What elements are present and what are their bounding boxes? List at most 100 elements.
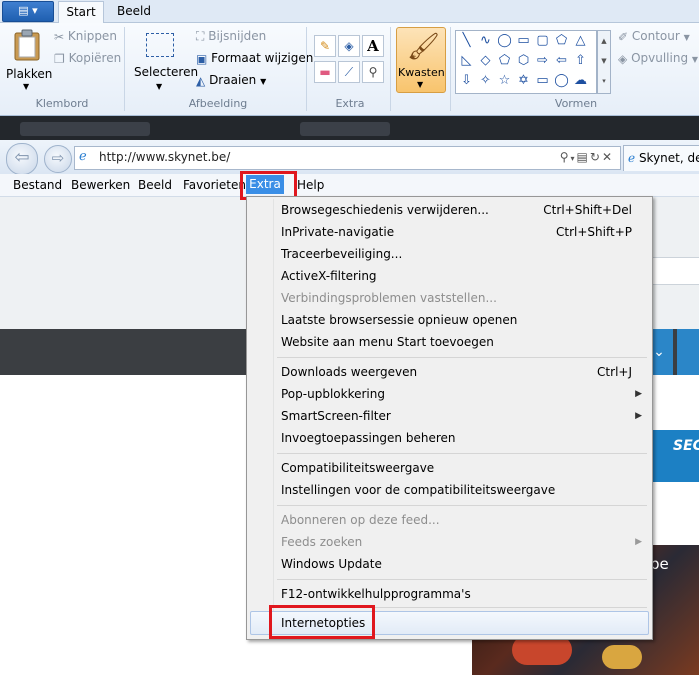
menu-item-compat-settings[interactable]: Instellingen voor de compatibiliteitswee… xyxy=(281,479,555,501)
polygon-shape-icon[interactable]: ⬠ xyxy=(553,32,570,49)
left-arrow-shape-icon[interactable]: ⇦ xyxy=(553,52,570,69)
compat-view-icon[interactable]: ▤ xyxy=(577,150,590,164)
chevron-down-icon: ⌄ xyxy=(653,344,665,360)
star5-shape-icon[interactable]: ☆ xyxy=(496,72,513,89)
menu-item-downloads[interactable]: Downloads weergeven xyxy=(281,361,417,383)
menu-separator xyxy=(277,453,647,454)
copy-icon: ❐ xyxy=(54,51,65,66)
up-arrow-shape-icon[interactable]: ⇧ xyxy=(572,52,589,69)
fill-icon: ◈ xyxy=(618,51,628,66)
shapes-scroll[interactable]: ▲ ▼ ▾ xyxy=(597,30,611,94)
menu-item-feed-discovery: Feeds zoeken xyxy=(281,535,363,549)
menu-item-smartscreen[interactable]: SmartScreen-filter xyxy=(281,405,391,427)
shapes-gallery[interactable]: ╲ ∿ ◯ ▭ ▢ ⬠ △ ◺ ◇ ⬠ ⬡ ⇨ ⇦ ⇧ ⇩ ✧ ☆ ✡ ▭ ◯ … xyxy=(455,30,597,94)
close-icon[interactable]: ✕ xyxy=(602,150,614,164)
ie-menu-bar: Bestand Bewerken Beeld Favorieten Extra … xyxy=(0,174,699,197)
copy-button[interactable]: ❐ Kopiëren xyxy=(54,51,121,66)
menu-help[interactable]: Help xyxy=(297,178,324,192)
brushes-label: Kwasten xyxy=(398,66,445,79)
menu-item-compat-view[interactable]: Compatibiliteitsweergave xyxy=(281,457,434,479)
extra-dropdown-menu: Browsegeschiedenis verwijderen... Ctrl+S… xyxy=(246,196,653,640)
cut-button[interactable]: ✂ Knippen xyxy=(54,29,117,44)
chevron-down-icon: ▼ xyxy=(156,82,163,91)
shortcut-delete-history: Ctrl+Shift+Del xyxy=(543,203,632,217)
menu-favorieten[interactable]: Favorieten xyxy=(183,178,246,192)
web-page-search-box[interactable] xyxy=(651,257,699,285)
refresh-icon[interactable]: ↻ xyxy=(590,150,602,164)
star4-shape-icon[interactable]: ✧ xyxy=(477,72,494,89)
menu-item-tracking-protection[interactable]: Traceerbeveiliging... xyxy=(281,243,402,265)
right-triangle-shape-icon[interactable]: ◺ xyxy=(458,52,475,69)
group-separator xyxy=(390,27,391,111)
callout-oval-shape-icon[interactable]: ◯ xyxy=(553,72,570,89)
color-picker-icon[interactable]: ⟋ xyxy=(338,61,360,83)
paste-button[interactable]: Plakken ▼ xyxy=(4,27,52,91)
rotate-button[interactable]: ◭ Draaien ▼ xyxy=(196,73,266,88)
text-tool-icon[interactable]: A xyxy=(362,35,384,57)
search-icon[interactable]: ⚲ xyxy=(560,150,571,164)
paint-ribbon: Plakken ▼ ✂ Knippen ❐ Kopiëren Klembord … xyxy=(0,23,699,116)
menu-item-delete-history[interactable]: Browsegeschiedenis verwijderen... xyxy=(281,199,489,221)
menu-item-add-to-start[interactable]: Website aan menu Start toevoegen xyxy=(281,331,494,353)
triangle-shape-icon[interactable]: △ xyxy=(572,32,589,49)
rounded-rect-shape-icon[interactable]: ▢ xyxy=(534,32,551,49)
fill-button[interactable]: ◈ Opvulling ▼ xyxy=(618,51,698,66)
chevron-down-icon: ▼ xyxy=(691,55,699,64)
pencil-icon[interactable]: ✎ xyxy=(314,35,336,57)
down-arrow-shape-icon[interactable]: ⇩ xyxy=(458,72,475,89)
menu-item-windows-update[interactable]: Windows Update xyxy=(281,553,382,575)
resize-button[interactable]: ▣ Formaat wijzigen xyxy=(196,51,313,66)
web-page-nav-button[interactable] xyxy=(677,329,699,375)
address-bar[interactable]: ℯ http://www.skynet.be/ ⚲▾▤↻✕ xyxy=(74,146,621,170)
outline-label: Contour xyxy=(631,29,680,43)
pentagon-shape-icon[interactable]: ⬠ xyxy=(496,52,513,69)
shortcut-inprivate: Ctrl+Shift+P xyxy=(556,225,632,239)
selection-icon xyxy=(146,33,174,57)
forward-arrow-icon: ⇨ xyxy=(51,149,65,167)
right-arrow-shape-icon[interactable]: ⇨ xyxy=(534,52,551,69)
menu-item-diagnose-connection: Verbindingsproblemen vaststellen... xyxy=(281,291,497,305)
oval-shape-icon[interactable]: ◯ xyxy=(496,32,513,49)
star6-shape-icon[interactable]: ✡ xyxy=(515,72,532,89)
outline-button[interactable]: ✐ Contour ▼ xyxy=(618,29,690,44)
line-shape-icon[interactable]: ╲ xyxy=(458,32,475,49)
group-separator xyxy=(450,27,451,111)
menu-gutter xyxy=(273,199,274,635)
hexagon-shape-icon[interactable]: ⬡ xyxy=(515,52,532,69)
ie-tab-icon: ℯ xyxy=(628,151,636,165)
forward-button[interactable]: ⇨ xyxy=(44,145,72,173)
shortcut-downloads: Ctrl+J xyxy=(597,365,632,379)
callout-rect-shape-icon[interactable]: ▭ xyxy=(534,72,551,89)
menu-item-f12-devtools[interactable]: F12-ontwikkelhulpprogramma's xyxy=(281,583,471,605)
menu-item-inprivate[interactable]: InPrivate-navigatie xyxy=(281,221,394,243)
tab-start[interactable]: Start xyxy=(58,1,104,23)
eraser-icon[interactable]: ▬ xyxy=(314,61,336,83)
menu-item-activex-filtering[interactable]: ActiveX-filtering xyxy=(281,265,377,287)
chevron-down-icon: ▼ xyxy=(417,80,424,89)
menu-item-popup-blocker[interactable]: Pop-upblokkering xyxy=(281,383,385,405)
tab-beeld[interactable]: Beeld xyxy=(110,1,158,22)
back-button[interactable]: ⇦ xyxy=(6,143,38,175)
web-page-banner[interactable]: SEC voor xyxy=(651,430,699,482)
fill-bucket-icon[interactable]: ◈ xyxy=(338,35,360,57)
rotate-icon: ◭ xyxy=(196,73,206,88)
diamond-shape-icon[interactable]: ◇ xyxy=(477,52,494,69)
back-arrow-icon: ⇦ xyxy=(14,147,30,168)
cloud-shape-icon[interactable]: ☁ xyxy=(572,72,589,89)
crop-button[interactable]: ⛶ Bijsnijden xyxy=(196,29,266,44)
menu-bestand[interactable]: Bestand xyxy=(13,178,62,192)
brushes-button[interactable]: 🖌 Kwasten ▼ xyxy=(396,27,446,93)
menu-item-reopen-session[interactable]: Laatste browsersessie opnieuw openen xyxy=(281,309,517,331)
browser-tab[interactable]: ℯ Skynet, de xyxy=(623,145,699,171)
group-label-afbeelding: Afbeelding xyxy=(188,97,248,110)
rectangle-shape-icon[interactable]: ▭ xyxy=(515,32,532,49)
curve-shape-icon[interactable]: ∿ xyxy=(477,32,494,49)
ie-page-icon: ℯ xyxy=(79,149,87,164)
address-url: http://www.skynet.be/ xyxy=(99,150,231,164)
paint-app-menu-button[interactable]: ▤ ▾ xyxy=(2,1,54,22)
menu-bewerken[interactable]: Bewerken xyxy=(71,178,130,192)
select-button[interactable]: Selecteren ▼ xyxy=(132,27,198,91)
menu-item-manage-addons[interactable]: Invoegtoepassingen beheren xyxy=(281,427,456,449)
menu-beeld[interactable]: Beeld xyxy=(138,178,172,192)
magnifier-icon[interactable]: ⚲ xyxy=(362,61,384,83)
